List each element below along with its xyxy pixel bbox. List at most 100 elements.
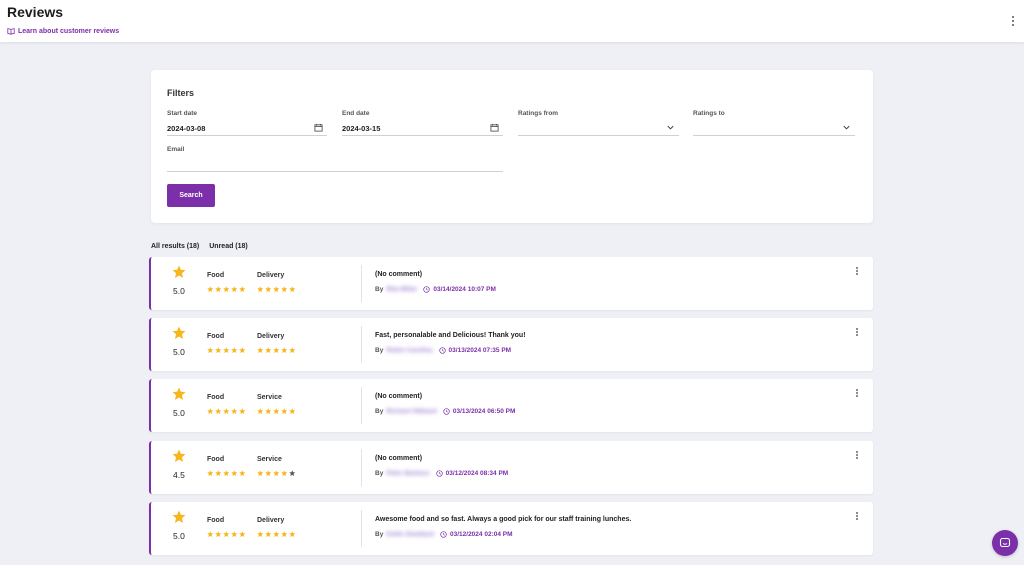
by-label: By bbox=[375, 408, 384, 415]
end-date-label: End date bbox=[342, 110, 370, 117]
email-label: Email bbox=[167, 146, 185, 153]
star-icon bbox=[265, 347, 272, 353]
category-rating bbox=[207, 286, 246, 293]
star-icon bbox=[289, 347, 296, 353]
review-card[interactable]: 5.0 Food Delivery (No comment) By Rita Miller… bbox=[149, 257, 873, 310]
review-menu-button[interactable] bbox=[853, 265, 861, 277]
ratings-from-select[interactable]: Ratings from bbox=[518, 110, 679, 136]
category-label: Food bbox=[207, 456, 225, 463]
review-meta: By Rita Miller 03/14/2024 10:07 PM bbox=[375, 286, 496, 293]
review-menu-button[interactable] bbox=[853, 326, 861, 338]
star-icon bbox=[289, 408, 296, 414]
category-rating bbox=[257, 470, 296, 477]
calendar-icon[interactable] bbox=[490, 123, 499, 132]
star-icon bbox=[239, 531, 246, 537]
start-date-input[interactable] bbox=[167, 124, 297, 133]
star-icon bbox=[273, 408, 280, 414]
review-comment: (No comment) bbox=[375, 455, 423, 462]
learn-reviews-link[interactable]: Learn about customer reviews bbox=[7, 27, 119, 35]
star-icon bbox=[239, 470, 246, 476]
star-icon bbox=[265, 470, 272, 476]
kebab-menu-icon bbox=[856, 511, 858, 514]
by-label: By bbox=[375, 347, 384, 354]
top-bar: Reviews Learn about customer reviews bbox=[0, 0, 1024, 42]
by-label: By bbox=[375, 470, 384, 477]
star-icon bbox=[215, 286, 222, 292]
tab-all-results[interactable]: All results (18) bbox=[151, 243, 199, 250]
star-icon bbox=[215, 347, 222, 353]
chat-icon bbox=[999, 537, 1011, 548]
star-icon bbox=[223, 347, 230, 353]
star-icon bbox=[172, 326, 186, 339]
star-icon bbox=[172, 449, 186, 462]
star-icon bbox=[172, 265, 186, 278]
end-date-field[interactable]: End date bbox=[342, 110, 503, 136]
star-icon bbox=[265, 286, 272, 292]
review-menu-button[interactable] bbox=[853, 510, 861, 522]
chat-button[interactable] bbox=[992, 530, 1018, 556]
end-date-input[interactable] bbox=[342, 124, 472, 133]
star-icon bbox=[257, 470, 264, 476]
star-icon bbox=[265, 408, 272, 414]
kebab-dot bbox=[1011, 23, 1015, 26]
star-icon bbox=[239, 286, 246, 292]
star-icon bbox=[257, 347, 264, 353]
calendar-icon[interactable] bbox=[314, 123, 323, 132]
kebab-menu-icon bbox=[856, 450, 858, 453]
category-rating bbox=[257, 531, 296, 538]
start-date-label: Start date bbox=[167, 110, 197, 117]
review-menu-button[interactable] bbox=[853, 387, 861, 399]
review-meta: By Richard Hibbard 03/13/2024 06:50 PM bbox=[375, 408, 515, 415]
review-author: Kellie Stoddard bbox=[386, 531, 434, 538]
star-icon bbox=[281, 347, 288, 353]
star-icon bbox=[207, 286, 214, 292]
star-icon bbox=[231, 470, 238, 476]
ratings-to-select[interactable]: Ratings to bbox=[693, 110, 855, 136]
category-label: Food bbox=[207, 517, 225, 524]
review-card[interactable]: 5.0 Food Delivery Fast, personalable and De… bbox=[149, 318, 873, 371]
card-divider bbox=[361, 326, 362, 363]
star-icon bbox=[223, 286, 230, 292]
star-icon bbox=[223, 531, 230, 537]
search-button[interactable]: Search bbox=[167, 184, 215, 207]
review-comment: (No comment) bbox=[375, 393, 423, 400]
category-label: Delivery bbox=[257, 272, 285, 279]
star-icon bbox=[231, 531, 238, 537]
review-card[interactable]: 4.5 Food Service (No comment) By Peter Barbou… bbox=[149, 441, 873, 494]
star-icon bbox=[273, 531, 280, 537]
kebab-dot bbox=[856, 270, 858, 272]
card-divider bbox=[361, 265, 362, 302]
tab-unread[interactable]: Unread (18) bbox=[209, 243, 248, 250]
start-date-field[interactable]: Start date bbox=[167, 110, 327, 136]
review-comment: (No comment) bbox=[375, 271, 423, 278]
kebab-dot bbox=[856, 395, 858, 398]
review-card[interactable]: 5.0 Food Delivery Awesome food and so fast.… bbox=[149, 502, 873, 555]
star-icon bbox=[281, 286, 288, 292]
chevron-down-icon bbox=[843, 125, 850, 130]
star-icon bbox=[223, 408, 230, 414]
clock-icon bbox=[436, 470, 443, 477]
category-label: Service bbox=[257, 394, 282, 401]
category-label: Delivery bbox=[257, 333, 285, 340]
review-author: Richard Hibbard bbox=[386, 408, 437, 415]
clock-icon bbox=[438, 347, 446, 354]
review-author: Peter Barbour bbox=[386, 470, 430, 477]
review-menu-button[interactable] bbox=[853, 449, 861, 461]
star-icon bbox=[281, 531, 288, 537]
star-icon bbox=[223, 470, 230, 476]
category-rating bbox=[207, 531, 246, 538]
email-field[interactable]: Email bbox=[167, 146, 503, 172]
review-meta: By Robin Carolina 03/13/2024 07:35 PM bbox=[375, 347, 511, 354]
page-menu-button[interactable] bbox=[1008, 14, 1018, 28]
card-divider bbox=[361, 510, 362, 547]
review-date: 03/12/2024 02:04 PM bbox=[450, 531, 513, 538]
review-card[interactable]: 5.0 Food Service (No comment) By Richard Hibb… bbox=[149, 379, 873, 432]
star-icon bbox=[207, 408, 214, 414]
star-icon bbox=[289, 531, 296, 537]
star-icon bbox=[265, 531, 272, 537]
email-input[interactable] bbox=[167, 160, 497, 169]
by-label: By bbox=[375, 286, 384, 293]
star-icon bbox=[273, 347, 280, 353]
star-icon bbox=[172, 387, 186, 400]
star-icon bbox=[231, 347, 238, 353]
